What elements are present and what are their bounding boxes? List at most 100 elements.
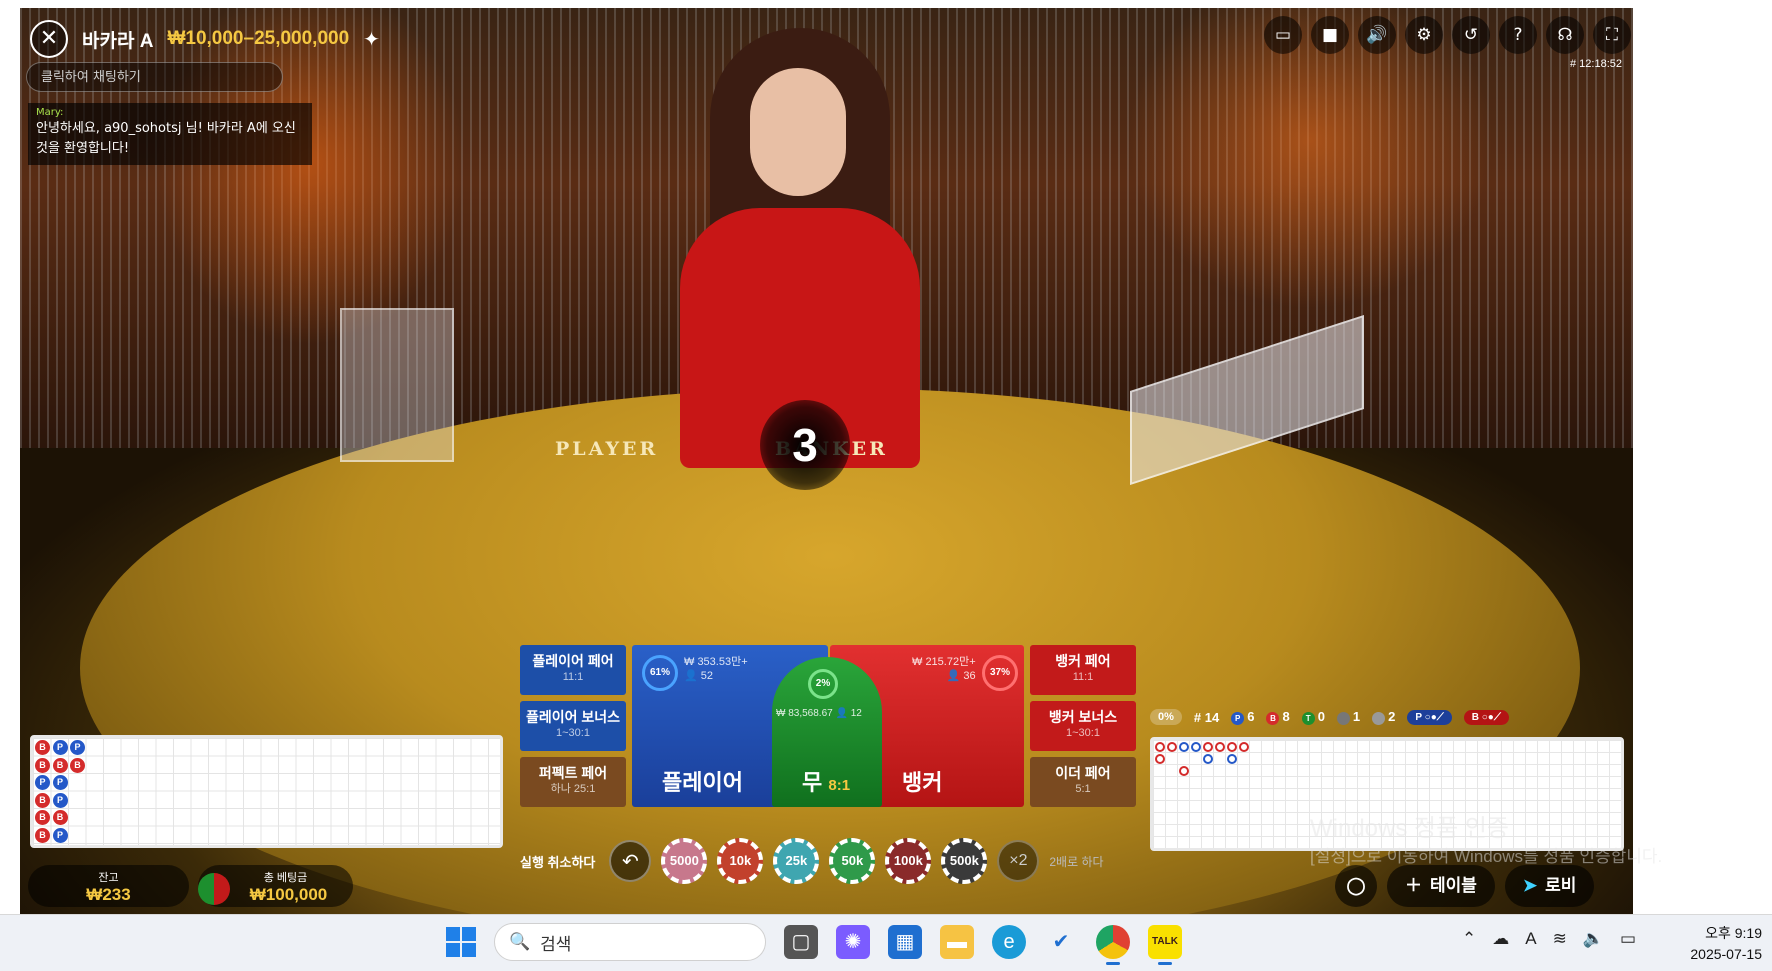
store-icon[interactable]: ▦ [888,925,922,959]
search-placeholder: 검색 [540,934,572,954]
bet-player-pair[interactable]: 플레이어 페어 11:1 [520,645,626,695]
bet-limits: ₩10,000–25,000,000 [167,28,350,49]
taskbar-search[interactable]: 🔍 검색 [494,923,766,961]
bet-perfect-pair-label: 퍼펙트 페어 [538,765,608,781]
chip-50k[interactable]: 50k [829,838,876,884]
file-explorer-icon[interactable]: ▢ [784,925,818,959]
windows-activation-title: Windows 정품 인증 [1310,815,1510,842]
big-road-ring [1203,754,1213,764]
windows-activation-text: [설정]으로 이동하여 Windows를 정품 인증합니다. [1310,847,1663,866]
tie-label: 무 8:1 [802,765,850,797]
double-label: 2배로 하다 [1049,854,1104,869]
lobby-arrow-icon: ➤ [1522,876,1538,895]
double-button[interactable]: ×2 [997,840,1040,882]
chip-500k[interactable]: 500k [941,838,988,884]
bet-either-pair-odds: 5:1 [1075,783,1091,795]
player-predict-button[interactable]: P ○●⟋ [1407,709,1452,725]
chip-25k[interactable]: 25k [773,838,820,884]
bet-chip-icon [198,873,230,905]
chevron-up-icon[interactable]: ⌃ [1462,929,1476,949]
round-number: # 14 [1193,709,1220,725]
banker-predict-button[interactable]: B ○●⟋ [1463,709,1509,725]
bet-player-bonus[interactable]: 플레이어 보너스 1~30:1 [520,701,626,751]
bet-banker-bonus-label: 뱅커 보너스 [1048,709,1118,725]
chat-icon[interactable]: ▭ [1264,16,1302,54]
bet-banker-bonus[interactable]: 뱅커 보너스 1~30:1 [1030,701,1136,751]
windows-taskbar: 🔍 검색 ▢ ✺ ▦ ▬ e ✔ TALK ⌃ ☁ A ≋ 🔈 ▭ 오후 9:1… [0,914,1772,971]
chat-input[interactable]: 클릭하여 채팅하기 [26,62,283,92]
folder-icon[interactable]: ▬ [940,925,974,959]
chat-message-text: 안녕하세요, a90_sohotsj 님! 바카라 A에 오신 것을 환영합니다… [36,121,296,156]
lobby-button[interactable]: ➤ 로비 [1504,865,1595,907]
nav-buttons: ◯ ＋ 테이블 ➤ 로비 [1335,865,1595,907]
pin-star-icon[interactable]: ✦ [363,27,380,52]
betting-area: 플레이어 페어 11:1 플레이어 보너스 1~30:1 퍼펙트 페어 하나 2… [520,645,1136,807]
lobby-icon[interactable]: ◯ [1335,865,1377,907]
bet-tie[interactable]: 2% ₩ 83,568.67 👤 12 무 8:1 [772,657,882,807]
undo-icon[interactable]: ↶ [609,840,652,882]
windows-start-icon[interactable] [446,927,476,957]
banker-stat: ₩ 215.72만+ 👤 36 [912,656,976,682]
settings-icon[interactable]: ⚙ [1405,16,1443,54]
bet-banker-pair[interactable]: 뱅커 페어 11:1 [1030,645,1136,695]
help-icon[interactable]: ? [1499,16,1537,54]
taskbar-clock[interactable]: 오후 9:19 2025-07-15 [1672,923,1762,965]
support-icon[interactable]: ☊ [1546,16,1584,54]
bead-road-cell: B [35,810,50,825]
tie-percent: 2% [808,669,838,699]
bet-perfect-pair[interactable]: 퍼펙트 페어 하나 25:1 [520,757,626,807]
bet-either-pair[interactable]: 이더 페어 5:1 [1030,757,1136,807]
search-icon: 🔍 [509,932,531,951]
edge-icon[interactable]: e [992,925,1026,959]
player-amount: ₩ 353.53만+ [684,656,748,668]
chrome-icon[interactable] [1096,925,1130,965]
fullscreen-icon[interactable]: ⛶ [1593,16,1631,54]
wifi-icon[interactable]: ≋ [1553,929,1567,949]
speaker-icon[interactable]: 🔈 [1583,929,1604,949]
ime-icon[interactable]: A [1525,929,1536,949]
big-road-ring [1227,742,1237,752]
kakaotalk-icon[interactable]: TALK [1148,925,1182,965]
bet-player-bonus-odds: 1~30:1 [556,727,590,739]
battery-icon[interactable]: ▭ [1620,929,1636,949]
table-button-label: 테이블 [1430,876,1477,895]
cloud-icon[interactable]: ☁ [1492,929,1509,949]
bead-road-cell: P [52,827,68,843]
banker-count: 36 [963,670,976,682]
banker-label: 뱅커 [902,770,943,795]
chip-100k[interactable]: 100k [885,838,932,884]
tie-count: 12 [850,708,862,719]
chip-10k[interactable]: 10k [717,838,764,884]
copilot-icon[interactable]: ✺ [836,925,870,959]
close-icon[interactable]: ✕ [30,20,68,58]
history-icon[interactable]: ↺ [1452,16,1490,54]
shoe-progress: 0% [1150,709,1182,725]
video-icon[interactable]: ■ [1311,16,1349,54]
clock-date: 2025-07-15 [1690,946,1762,962]
taskbar-center: 🔍 검색 ▢ ✺ ▦ ▬ e ✔ TALK [446,923,1182,965]
big-road-ring [1191,742,1201,752]
player-wins: P6 [1231,709,1254,725]
total-bet-value: ₩100,000 [249,885,328,904]
chat-message: Mary: 안녕하세요, a90_sohotsj 님! 바카라 A에 오신 것을… [28,103,312,165]
game-id: # 12:18:52 [1570,58,1622,70]
player-percent: 61% [642,655,678,691]
big-road-ring [1167,742,1177,752]
bead-road-cell: B [35,792,50,808]
table-button[interactable]: ＋ 테이블 [1387,865,1495,907]
todo-icon[interactable]: ✔ [1044,925,1078,959]
bead-road[interactable]: BPPBBBPPBPBBBP [30,735,503,848]
tie-stat: ₩ 83,568.67 👤 12 [776,708,862,719]
bead-road-cell: B [35,827,50,843]
big-road-ring [1155,742,1165,752]
chip-5000[interactable]: 5000 [661,838,708,884]
bead-road-cell: P [52,740,68,755]
tie-odds: 8:1 [828,777,851,794]
countdown-timer: 3 [760,400,850,490]
volume-icon[interactable]: 🔊 [1358,16,1396,54]
tie-count: T0 [1301,709,1325,725]
player-stat: ₩ 353.53만+ 👤 52 [684,656,748,682]
big-road-ring [1179,766,1189,776]
chip-tray: 실행 취소하다 ↶ 5000 10k 25k 50k 100k 500k ×2 … [520,838,1104,884]
balance-value: ₩233 [86,885,131,904]
